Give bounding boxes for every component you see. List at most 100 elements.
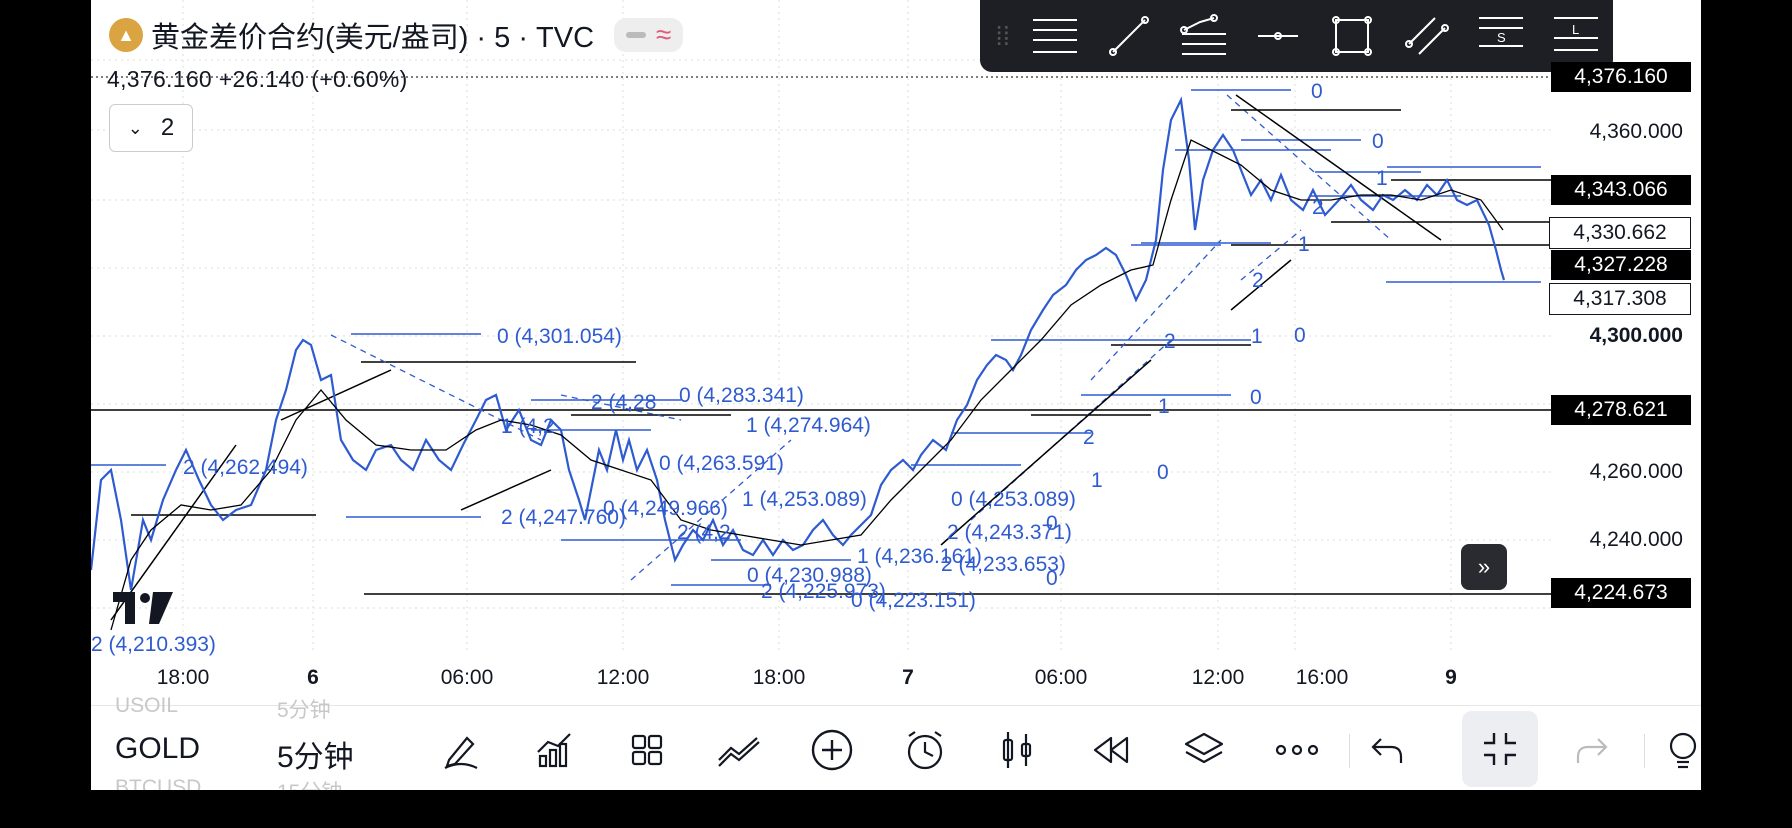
toolbar-divider: [1349, 734, 1350, 768]
x-tick: 7: [902, 666, 914, 689]
price-chart[interactable]: 0 (4,301.054) 0 (4,283.341) 2 (4,28 1 (4…: [91, 0, 1701, 705]
svg-text:2: 2: [1312, 196, 1324, 219]
chevron-down-icon: ⌄: [127, 117, 143, 138]
svg-text:2 (4,262.494): 2 (4,262.494): [183, 456, 308, 479]
svg-text:0: 0: [1046, 512, 1058, 535]
x-tick: 9: [1445, 666, 1457, 689]
x-tick: 12:00: [596, 666, 650, 689]
x-tick: 06:00: [440, 666, 494, 689]
svg-text:1: 1: [1298, 233, 1310, 256]
symbol-selector[interactable]: GOLD: [115, 732, 200, 766]
price-level-label[interactable]: 4,224.673: [1551, 578, 1691, 608]
wave-icon: ≈: [656, 19, 672, 50]
x-tick: 16:00: [1295, 666, 1349, 689]
last-price-label[interactable]: 4,376.160: [1551, 62, 1691, 92]
svg-text:1 (4,274.964): 1 (4,274.964): [746, 414, 871, 437]
timeframe-selector[interactable]: 5分钟: [277, 732, 354, 776]
svg-text:2 (4,2: 2 (4,2: [677, 521, 731, 544]
svg-text:0: 0: [1250, 386, 1262, 409]
ghost-symbol: USOIL: [115, 694, 179, 717]
fib-fan-icon[interactable]: [1166, 0, 1240, 72]
redo-icon: [1566, 724, 1618, 776]
svg-text:0 (4,283.341): 0 (4,283.341): [679, 384, 804, 407]
svg-text:L: L: [1572, 22, 1579, 37]
ghost-symbol: BTCUSD: [115, 776, 202, 790]
long-position-icon[interactable]: S: [1464, 0, 1538, 72]
svg-text:2 (4,28: 2 (4,28: [591, 391, 656, 414]
ghost-timeframe: 5分钟: [277, 699, 331, 722]
svg-text:2: 2: [1252, 269, 1264, 292]
svg-text:S: S: [1497, 30, 1506, 45]
indicators-icon[interactable]: [528, 724, 580, 776]
svg-text:0: 0: [1157, 461, 1169, 484]
svg-text:0: 0: [1294, 324, 1306, 347]
x-tick: 18:00: [156, 666, 210, 689]
horizontal-lines-icon[interactable]: [1017, 0, 1091, 72]
svg-text:0 (4,253.089): 0 (4,253.089): [951, 488, 1076, 511]
candles-icon[interactable]: [992, 724, 1044, 776]
svg-text:1: 1: [1158, 395, 1170, 418]
bottom-toolbar: USOIL 5分钟 GOLD 5分钟 BTCUSD 15分钟: [91, 694, 1701, 790]
alarm-icon[interactable]: [899, 724, 951, 776]
drag-handle-icon[interactable]: ⁞⁞: [988, 21, 1017, 52]
svg-text:0 (4,263.591): 0 (4,263.591): [659, 452, 784, 475]
symbol-title[interactable]: 黄金差价合约(美元/盎司) · 5 · TVC: [151, 14, 594, 56]
grid: [91, 0, 1551, 650]
svg-text:2: 2: [1083, 426, 1095, 449]
layers-icon[interactable]: [1178, 724, 1230, 776]
indicator-count: 2: [160, 114, 175, 141]
horizontal-line-icon[interactable]: [1241, 0, 1315, 72]
toolbar-divider: [1644, 734, 1645, 768]
chart-type-toggle[interactable]: ≈: [614, 18, 684, 52]
svg-text:0: 0: [1046, 567, 1058, 590]
trend-line-icon[interactable]: [1092, 0, 1166, 72]
price-level-label[interactable]: 4,343.066: [1551, 175, 1691, 205]
exit-fullscreen-icon[interactable]: [1462, 711, 1538, 787]
price-level-label[interactable]: 4,278.621: [1551, 395, 1691, 425]
svg-text:2 (4,210.393): 2 (4,210.393): [91, 633, 216, 656]
ohlc-price-line: 4,376.160 +26.140 (+0.60%): [107, 66, 408, 92]
replay-icon[interactable]: [1085, 724, 1137, 776]
parallel-channel-icon[interactable]: [1390, 0, 1464, 72]
svg-text:0 (4,249.966): 0 (4,249.966): [603, 497, 728, 520]
toggle-pill-icon: [626, 32, 647, 38]
svg-text:0 (4,223.151): 0 (4,223.151): [851, 589, 976, 612]
svg-text:0: 0: [1311, 80, 1323, 103]
svg-text:1: 1: [1376, 167, 1388, 190]
price-level-label[interactable]: 4,327.228: [1551, 250, 1691, 280]
y-tick: 4,260.000: [1589, 460, 1683, 483]
svg-text:1: 1: [1091, 469, 1103, 492]
svg-text:0: 0: [1372, 130, 1384, 153]
svg-text:1 (4,2: 1 (4,2: [501, 415, 555, 438]
symbol-header[interactable]: ▲ 黄金差价合约(美元/盎司) · 5 · TVC ≈: [109, 14, 684, 56]
svg-text:1: 1: [1251, 325, 1263, 348]
grid-layout-icon[interactable]: [621, 724, 673, 776]
more-icon[interactable]: [1271, 724, 1323, 776]
svg-text:1 (4,253.089): 1 (4,253.089): [742, 488, 867, 511]
y-tick: 4,360.000: [1589, 120, 1683, 143]
ghost-timeframe: 15分钟: [277, 776, 342, 790]
tradingview-logo: [113, 592, 173, 629]
compare-icon[interactable]: [713, 724, 765, 776]
gold-coin-icon: ▲: [109, 18, 143, 52]
price-series: [91, 96, 1506, 591]
y-tick: 4,300.000: [1589, 324, 1683, 347]
indicator-collapse-button[interactable]: ⌄ 2: [109, 104, 193, 152]
y-tick: 4,240.000: [1589, 528, 1683, 551]
x-tick: 6: [307, 666, 319, 689]
double-chevron-right-icon: »: [1477, 554, 1491, 579]
price-level-label[interactable]: 4,317.308: [1549, 283, 1691, 315]
scroll-to-realtime-button[interactable]: »: [1461, 544, 1507, 590]
drawing-toolbar: ⁞⁞ S L: [980, 0, 1613, 72]
rectangle-icon[interactable]: [1315, 0, 1389, 72]
x-tick: 12:00: [1191, 666, 1245, 689]
x-tick: 06:00: [1034, 666, 1088, 689]
undo-icon[interactable]: [1361, 724, 1413, 776]
pencil-icon[interactable]: [435, 724, 487, 776]
svg-text:2: 2: [1164, 330, 1176, 353]
lightbulb-icon[interactable]: [1657, 724, 1701, 776]
add-icon[interactable]: [806, 724, 858, 776]
price-level-label[interactable]: 4,330.662: [1549, 217, 1691, 249]
chart-app: 0 (4,301.054) 0 (4,283.341) 2 (4,28 1 (4…: [91, 0, 1701, 790]
svg-text:0 (4,301.054): 0 (4,301.054): [497, 325, 622, 348]
